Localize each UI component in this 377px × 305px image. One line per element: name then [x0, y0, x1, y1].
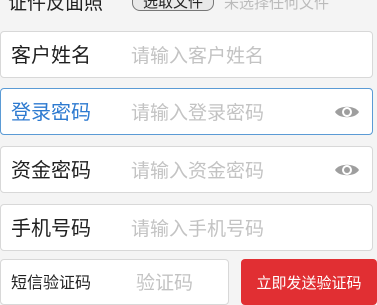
- sms-code-label: 短信验证码: [11, 273, 92, 292]
- sms-code-field[interactable]: 短信验证码: [0, 259, 229, 305]
- sms-code-input[interactable]: [136, 260, 224, 305]
- sms-verification-row: 短信验证码 立即发送验证码: [0, 259, 377, 305]
- choose-file-button[interactable]: 选取文件: [132, 0, 214, 11]
- id-back-photo-row: 证件反面照 选取文件 未选择任何文件: [0, 0, 377, 18]
- no-file-chosen-text: 未选择任何文件: [224, 0, 330, 12]
- phone-number-input[interactable]: [131, 205, 321, 252]
- registration-form: 证件反面照 选取文件 未选择任何文件 客户姓名 登录密码 资金密码 手机号码 短…: [0, 0, 377, 305]
- login-password-input[interactable]: [131, 89, 321, 136]
- eye-icon[interactable]: [334, 160, 360, 180]
- send-code-button[interactable]: 立即发送验证码: [241, 259, 377, 305]
- id-back-photo-label: 证件反面照: [8, 0, 104, 14]
- login-password-field[interactable]: 登录密码: [0, 88, 373, 136]
- phone-number-label: 手机号码: [11, 216, 91, 240]
- phone-number-field[interactable]: 手机号码: [0, 204, 373, 252]
- customer-name-input[interactable]: [131, 32, 321, 79]
- fund-password-label: 资金密码: [11, 158, 91, 182]
- customer-name-label: 客户姓名: [11, 43, 91, 67]
- login-password-label: 登录密码: [11, 100, 91, 124]
- eye-icon[interactable]: [334, 102, 360, 122]
- customer-name-field[interactable]: 客户姓名: [0, 31, 373, 79]
- fund-password-input[interactable]: [131, 147, 321, 194]
- fund-password-field[interactable]: 资金密码: [0, 146, 373, 194]
